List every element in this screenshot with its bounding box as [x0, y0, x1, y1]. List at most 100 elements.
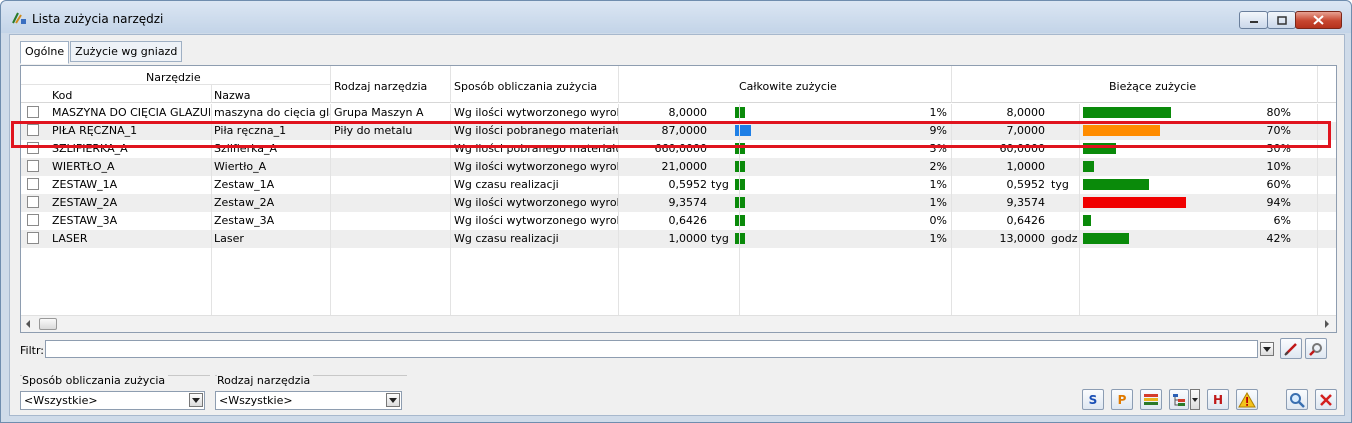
column-divider	[330, 104, 331, 315]
table-row[interactable]: ZESTAW_1A Zestaw_1A Wg czasu realizacji 0,5…	[21, 176, 1336, 194]
row-checkbox[interactable]	[27, 214, 39, 226]
column-divider	[739, 104, 740, 315]
cell-biezace-value: 9,3574	[1006, 196, 1046, 209]
tree-icon	[1173, 393, 1185, 406]
scroll-right-icon[interactable]	[1324, 320, 1330, 328]
cell-biezace-percent: 94%	[1266, 196, 1291, 209]
cell-calkowite-percent: 2%	[929, 160, 947, 173]
tools-app-icon	[12, 12, 26, 24]
cell-sposob: Wg ilości pobranego materiału	[454, 124, 618, 137]
column-header-kod[interactable]: Kod	[52, 89, 72, 102]
filter-rodzaj-dropdown[interactable]	[386, 393, 400, 407]
cell-rodzaj: Piły do metalu	[334, 124, 413, 137]
row-checkbox[interactable]	[27, 124, 39, 136]
cell-nazwa: Szlifierka_A	[214, 142, 278, 155]
clear-filter-button[interactable]	[1280, 338, 1302, 359]
tree-view-button[interactable]	[1169, 389, 1189, 410]
table-row[interactable]: PIŁA RĘCZNA_1 Piła ręczna_1 Piły do metalu…	[21, 122, 1336, 140]
filter-dropdown-button[interactable]	[1260, 342, 1274, 356]
filter-sposob-select[interactable]: <Wszystkie>	[20, 391, 205, 410]
cell-calkowite-unit: tyg	[711, 232, 729, 245]
group-header-calkowite[interactable]: Całkowite zużycie	[739, 80, 837, 93]
row-checkbox[interactable]	[27, 196, 39, 208]
chevron-down-icon	[1263, 346, 1271, 352]
main-panel: Ogólne Zużycie wg gniazd Narzędzie Całko…	[9, 34, 1345, 416]
eraser-icon	[1284, 342, 1297, 356]
close-icon	[1313, 15, 1324, 25]
header-divider	[951, 66, 952, 103]
cell-biezace-value: 8,0000	[1006, 106, 1046, 119]
filter-sposob-label: Sposób obliczania zużycia	[22, 374, 169, 387]
table-row[interactable]: LASER Laser Wg czasu realizacji 1,0000 tyg 1%…	[21, 230, 1336, 248]
close-button[interactable]	[1295, 11, 1342, 29]
cell-calkowite-value: 1,0000	[668, 232, 708, 245]
filter-settings-button[interactable]	[1305, 338, 1327, 359]
table-row[interactable]: ZESTAW_2A Zestaw_2A Wg ilości wytworzonego…	[21, 194, 1336, 212]
calkowite-progress-bar	[735, 161, 745, 172]
cell-sposob: Wg czasu realizacji	[454, 232, 559, 245]
calkowite-progress-bar	[735, 125, 751, 136]
cell-biezace-value: 13,0000	[999, 232, 1046, 245]
h-button[interactable]: H	[1207, 389, 1229, 410]
cell-biezace-value: 1,0000	[1006, 160, 1046, 173]
tab-strip: Ogólne Zużycie wg gniazd	[20, 41, 183, 64]
tab-zuzycie-wg-gniazd[interactable]: Zużycie wg gniazd	[70, 41, 183, 62]
cell-sposob: Wg ilości pobranego materiału	[454, 142, 618, 155]
cell-kod: ZESTAW_2A	[52, 196, 118, 209]
search-button[interactable]	[1286, 389, 1308, 410]
cell-kod: MASZYNA DO CIĘCIA GLAZURY	[52, 106, 210, 119]
table-row[interactable]: ZESTAW_3A Zestaw_3A Wg ilości wytworzonego…	[21, 212, 1336, 230]
title-bar: Lista zużycia narzędzi	[1, 1, 1351, 33]
cell-kod: LASER	[52, 232, 88, 245]
cell-biezace-unit: godz	[1051, 232, 1078, 245]
cell-calkowite-percent: 1%	[929, 232, 947, 245]
s-button[interactable]: S	[1082, 389, 1104, 410]
maximize-button[interactable]	[1267, 11, 1296, 29]
cell-biezace-percent: 42%	[1266, 232, 1291, 245]
row-checkbox[interactable]	[27, 178, 39, 190]
cell-calkowite-percent: 0%	[929, 214, 947, 227]
list-icon	[1144, 393, 1158, 405]
list-view-button[interactable]	[1140, 389, 1162, 410]
horizontal-scrollbar[interactable]	[21, 315, 1336, 332]
row-checkbox[interactable]	[27, 160, 39, 172]
cell-calkowite-percent: 1%	[929, 178, 947, 191]
row-checkbox[interactable]	[27, 142, 39, 154]
scroll-left-icon[interactable]	[25, 320, 31, 328]
filter-sposob-dropdown[interactable]	[189, 393, 203, 407]
filter-rodzaj-select[interactable]: <Wszystkie>	[215, 391, 402, 410]
filter-group-sposob: Sposób obliczania zużycia <Wszystkie>	[20, 374, 210, 411]
filter-rodzaj-label: Rodzaj narzędzia	[217, 374, 314, 387]
tab-ogolne[interactable]: Ogólne	[20, 41, 70, 64]
column-header-sposob[interactable]: Sposób obliczania zużycia	[454, 80, 597, 93]
group-header-narzedzie[interactable]: Narzędzie	[146, 71, 201, 84]
column-header-rodzaj[interactable]: Rodzaj narzędzia	[334, 80, 427, 93]
column-divider	[1317, 104, 1318, 315]
cell-rodzaj: Grupa Maszyn A	[334, 106, 424, 119]
cell-sposob: Wg ilości wytworzonego wyrobu	[454, 160, 618, 173]
table-row[interactable]: SZLIFIERKA_A Szlifierka_A Wg ilości pobran…	[21, 140, 1336, 158]
filter-label: Filtr:	[20, 344, 44, 357]
cell-biezace-percent: 60%	[1266, 178, 1291, 191]
cell-calkowite-percent: 3%	[929, 142, 947, 155]
column-header-nazwa[interactable]: Nazwa	[214, 89, 250, 102]
column-divider	[951, 104, 952, 315]
row-checkbox[interactable]	[27, 106, 39, 118]
cell-nazwa: Zestaw_1A	[214, 178, 275, 191]
header-divider	[211, 84, 212, 103]
table-row[interactable]: MASZYNA DO CIĘCIA GLAZURY maszyna do cięc…	[21, 104, 1336, 122]
minimize-button[interactable]	[1239, 11, 1268, 29]
warning-button[interactable]	[1236, 389, 1258, 410]
row-checkbox[interactable]	[27, 232, 39, 244]
column-divider	[211, 104, 212, 315]
table-row[interactable]: WIERTŁO_A Wiertło_A Wg ilości wytworzonego…	[21, 158, 1336, 176]
p-button[interactable]: P	[1111, 389, 1133, 410]
cancel-button[interactable]	[1315, 389, 1337, 410]
filter-input[interactable]	[45, 340, 1258, 358]
cell-sposob: Wg ilości wytworzonego wyrobu	[454, 106, 618, 119]
filter-wrench-icon	[1309, 342, 1322, 356]
tree-view-dropdown[interactable]	[1190, 389, 1200, 410]
group-header-biezace[interactable]: Bieżące zużycie	[1109, 80, 1196, 93]
scrollbar-thumb[interactable]	[39, 318, 57, 330]
search-icon	[1290, 392, 1305, 408]
